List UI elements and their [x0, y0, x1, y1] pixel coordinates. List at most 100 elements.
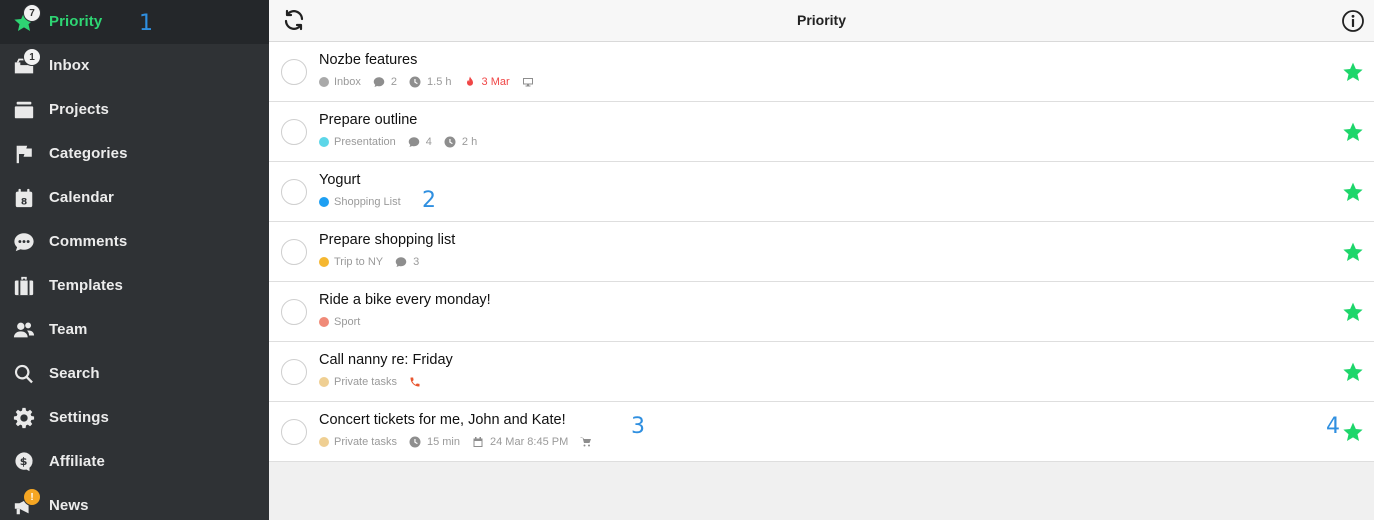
- sidebar-item-label: Comments: [49, 233, 128, 250]
- star-icon[interactable]: [1342, 121, 1364, 143]
- comment-icon: [12, 230, 36, 254]
- task-time: 15 min: [409, 436, 460, 448]
- task-row[interactable]: Concert tickets for me, John and Kate! P…: [269, 402, 1374, 462]
- sidebar-item-comments[interactable]: Comments: [0, 220, 269, 264]
- comment-icon: [395, 257, 407, 267]
- annotation-marker: 3: [631, 414, 645, 439]
- task-checkbox[interactable]: [281, 119, 307, 145]
- task-row[interactable]: Nozbe features Inbox 2 1.5 h 3 Mar: [269, 42, 1374, 102]
- task-title: Prepare shopping list: [319, 232, 456, 248]
- task-checkbox[interactable]: [281, 179, 307, 205]
- comment-icon: [408, 137, 420, 147]
- projects-icon: [12, 98, 36, 122]
- fire-icon: [466, 76, 473, 86]
- inbox-count-badge: 1: [23, 48, 41, 66]
- sidebar-item-templates[interactable]: Templates: [0, 264, 269, 308]
- page-title: Priority: [796, 12, 846, 28]
- project-color-dot: [319, 197, 329, 207]
- task-row[interactable]: Ride a bike every monday! Sport: [269, 282, 1374, 342]
- task-checkbox[interactable]: [281, 359, 307, 385]
- star-icon[interactable]: [1342, 421, 1364, 443]
- task-comments: 3: [395, 256, 419, 268]
- sidebar-item-label: Search: [49, 365, 100, 382]
- task-title: Call nanny re: Friday: [319, 352, 453, 368]
- sidebar-item-settings[interactable]: Settings: [0, 396, 269, 440]
- task-checkbox[interactable]: [281, 239, 307, 265]
- task-meta: Private tasks: [319, 376, 439, 388]
- time-estimate: 1.5 h: [427, 76, 452, 88]
- star-icon[interactable]: [1342, 301, 1364, 323]
- task-row[interactable]: Prepare outline Presentation 4 2 h: [269, 102, 1374, 162]
- task-project: Sport: [319, 316, 360, 328]
- task-project: Private tasks: [319, 436, 397, 448]
- sidebar-item-categories[interactable]: Categories: [0, 132, 269, 176]
- info-icon[interactable]: [1341, 9, 1365, 33]
- task-time: 2 h: [444, 136, 477, 148]
- task-time: 1.5 h: [409, 76, 452, 88]
- sidebar-item-label: Inbox: [49, 57, 90, 74]
- time-estimate: 2 h: [461, 136, 478, 148]
- svg-text:8: 8: [21, 196, 27, 207]
- star-icon[interactable]: [1342, 61, 1364, 83]
- sidebar-item-calendar[interactable]: 8 Calendar: [0, 176, 269, 220]
- comment-count: 2: [390, 76, 398, 88]
- svg-text:$: $: [20, 455, 28, 468]
- task-comments: 2: [373, 76, 397, 88]
- task-row[interactable]: Call nanny re: Friday Private tasks: [269, 342, 1374, 402]
- project-color-dot: [319, 137, 329, 147]
- sidebar-item-label: Team: [49, 321, 88, 338]
- task-title: Yogurt: [319, 172, 361, 188]
- clock-icon: [409, 76, 421, 88]
- task-meta: Presentation 4 2 h: [319, 136, 489, 148]
- sidebar-item-label: Affiliate: [49, 453, 105, 470]
- task-meta: Shopping List: [319, 196, 413, 208]
- news-alert-badge: !: [23, 488, 41, 506]
- task-title: Nozbe features: [319, 52, 418, 68]
- star-icon[interactable]: [1342, 241, 1364, 263]
- sidebar-item-projects[interactable]: Projects: [0, 88, 269, 132]
- task-project: Trip to NY: [319, 256, 383, 268]
- task-comments: 4: [408, 136, 432, 148]
- task-row[interactable]: Prepare shopping list Trip to NY 3: [269, 222, 1374, 282]
- monitor-icon: [522, 76, 540, 88]
- sidebar-item-label: Priority: [49, 13, 103, 30]
- sidebar-item-label: Settings: [49, 409, 109, 426]
- scheduled-date: 24 Mar 8:45 PM: [490, 436, 569, 448]
- star-icon[interactable]: [1342, 361, 1364, 383]
- sidebar-item-team[interactable]: Team: [0, 308, 269, 352]
- project-color-dot: [319, 257, 329, 267]
- project-color-dot: [319, 77, 329, 87]
- phone-icon: [409, 376, 427, 388]
- calendar-icon: 8: [12, 186, 36, 210]
- main-panel: Priority Nozbe features Inbox 2 1.5 h 3 …: [269, 0, 1374, 520]
- annotation-marker: 2: [422, 188, 436, 213]
- time-estimate: 15 min: [426, 436, 460, 448]
- task-checkbox[interactable]: [281, 59, 307, 85]
- task-meta: Trip to NY 3: [319, 256, 431, 268]
- sidebar-item-news[interactable]: ! News: [0, 484, 269, 520]
- annotation-marker: 1: [139, 11, 153, 36]
- templates-icon: [12, 274, 36, 298]
- priority-count-badge: 7: [23, 4, 41, 22]
- task-checkbox[interactable]: [281, 419, 307, 445]
- flag-icon: [12, 142, 36, 166]
- sidebar-item-priority[interactable]: 7 Priority: [0, 0, 269, 44]
- task-row[interactable]: Yogurt Shopping List 2: [269, 162, 1374, 222]
- sidebar-item-inbox[interactable]: 1 Inbox: [0, 44, 269, 88]
- sidebar-item-label: Projects: [49, 101, 109, 118]
- task-project: Private tasks: [319, 376, 397, 388]
- task-checkbox[interactable]: [281, 299, 307, 325]
- clock-icon: [444, 136, 456, 148]
- sidebar-item-search[interactable]: Search: [0, 352, 269, 396]
- sidebar-item-affiliate[interactable]: $ Affiliate: [0, 440, 269, 484]
- task-project: Shopping List: [319, 196, 401, 208]
- task-project: Inbox: [319, 76, 361, 88]
- task-title: Ride a bike every monday!: [319, 292, 491, 308]
- project-name: Private tasks: [334, 436, 397, 448]
- sidebar-item-label: Calendar: [49, 189, 114, 206]
- comment-count: 4: [425, 136, 432, 148]
- task-meta: Inbox 2 1.5 h 3 Mar: [319, 76, 552, 88]
- comment-icon: [373, 77, 385, 87]
- star-icon[interactable]: [1342, 181, 1364, 203]
- task-due: 3 Mar: [464, 76, 510, 88]
